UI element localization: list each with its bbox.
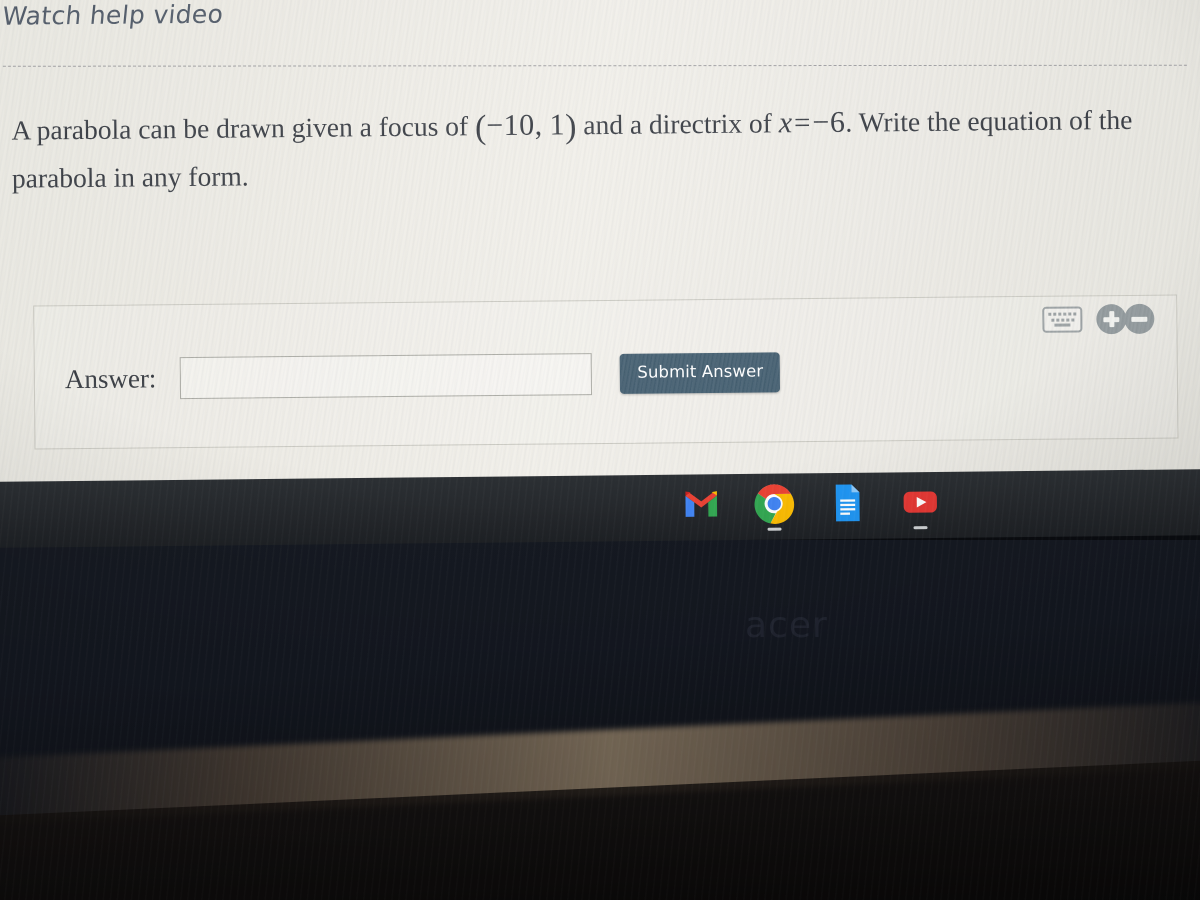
submit-answer-button[interactable]: Submit Answer — [620, 352, 781, 394]
focus-close-paren: ) — [564, 108, 577, 146]
youtube-icon — [899, 481, 941, 523]
directrix-variable: x — [778, 106, 793, 140]
shelf-item-docs[interactable] — [826, 482, 869, 530]
shelf-active-indicator-youtube — [913, 526, 928, 530]
shelf-active-indicator-chrome — [767, 527, 782, 531]
panel-toolbar — [1042, 303, 1155, 335]
photographed-screen: Watch help video A parabola can be drawn… — [0, 0, 1200, 900]
shelf-item-chrome[interactable] — [753, 482, 796, 531]
answer-label: Answer: — [64, 362, 157, 394]
section-divider — [2, 64, 1187, 67]
shelf-item-gmail[interactable] — [680, 483, 723, 531]
zoom-controls — [1096, 303, 1155, 335]
directrix-equals: = — [793, 107, 811, 140]
focus-comma: , — [534, 108, 543, 142]
chrome-icon — [753, 482, 795, 524]
focus-y-value: 1 — [549, 108, 566, 142]
answer-panel: Answer: Submit Answer — [33, 294, 1179, 450]
shelf-app-list — [680, 481, 941, 532]
question-text: A parabola can be drawn given a focus of… — [11, 96, 1187, 201]
focus-x-value: −10 — [486, 108, 535, 143]
keyboard-row-top — [1047, 312, 1077, 316]
chromeos-shelf — [0, 468, 1200, 548]
keyboard-spacebar — [1054, 323, 1071, 327]
keyboard-row-mid — [1047, 317, 1077, 322]
watch-help-video-link[interactable]: Watch help video — [1, 0, 225, 31]
google-docs-icon — [826, 482, 868, 524]
plus-circle-icon[interactable] — [1096, 303, 1127, 335]
question-part-1: A parabola can be drawn given a focus of — [11, 110, 469, 146]
focus-open-paren: ( — [474, 109, 487, 147]
gmail-icon — [680, 483, 722, 525]
minus-circle-icon[interactable] — [1124, 303, 1155, 335]
directrix-value: −6 — [812, 105, 846, 139]
answer-row: Answer: Submit Answer — [65, 351, 781, 400]
question-part-2: and a directrix of — [583, 107, 773, 141]
shelf-item-youtube[interactable] — [899, 481, 942, 530]
acer-brand-logo: acer — [745, 605, 828, 646]
keyboard-icon[interactable] — [1042, 306, 1083, 333]
browser-page: Watch help video A parabola can be drawn… — [0, 0, 1200, 496]
answer-input[interactable] — [180, 353, 593, 400]
question-period: . — [845, 106, 853, 138]
